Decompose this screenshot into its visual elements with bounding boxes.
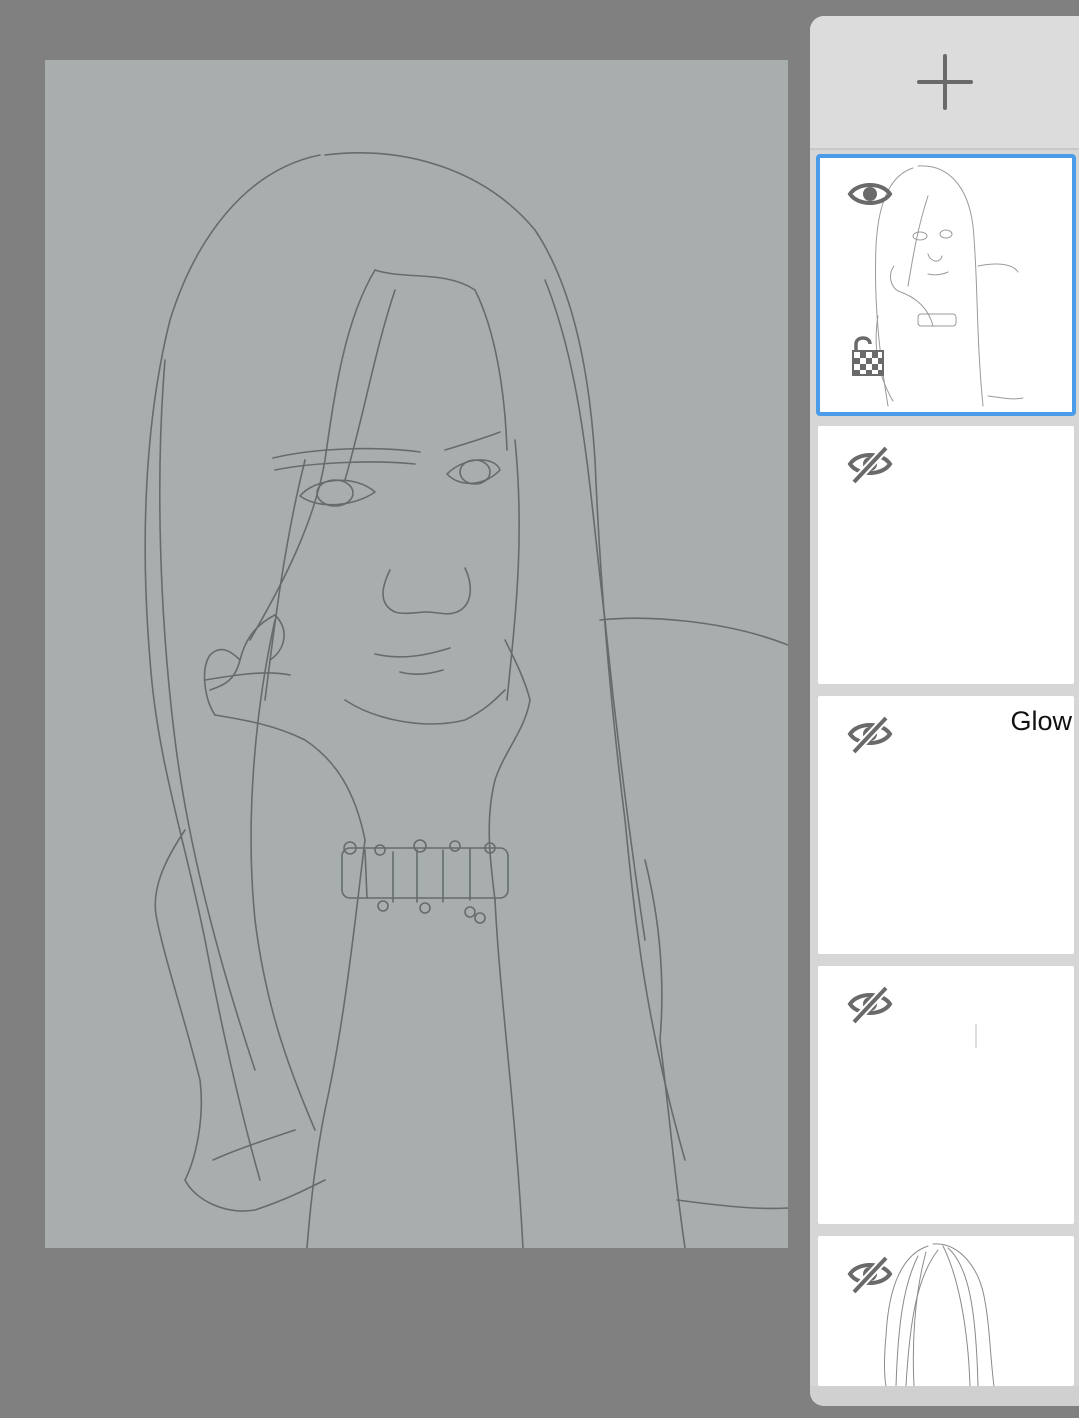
plus-icon xyxy=(916,54,973,110)
layer-item[interactable]: Glow xyxy=(818,696,1074,954)
eye-icon[interactable] xyxy=(846,174,894,214)
canvas-artwork xyxy=(144,152,788,1248)
eye-off-icon[interactable] xyxy=(846,1254,894,1295)
drawing-canvas[interactable] xyxy=(45,60,788,1248)
eye-off-icon[interactable] xyxy=(846,714,894,755)
divider xyxy=(810,148,1079,150)
layer-name: Glow xyxy=(1010,706,1072,736)
layers-panel: Glow xyxy=(810,16,1079,1406)
panel-footer xyxy=(810,1386,1079,1406)
add-layer-button[interactable] xyxy=(810,16,1079,148)
eye-off-icon[interactable] xyxy=(846,444,894,485)
layer-item[interactable] xyxy=(818,966,1074,1224)
eye-off-icon[interactable] xyxy=(846,984,894,1025)
layer-item[interactable] xyxy=(816,154,1076,416)
alpha-lock-icon[interactable] xyxy=(848,332,888,380)
layer-item[interactable] xyxy=(818,1236,1074,1386)
layer-item[interactable] xyxy=(818,426,1074,684)
